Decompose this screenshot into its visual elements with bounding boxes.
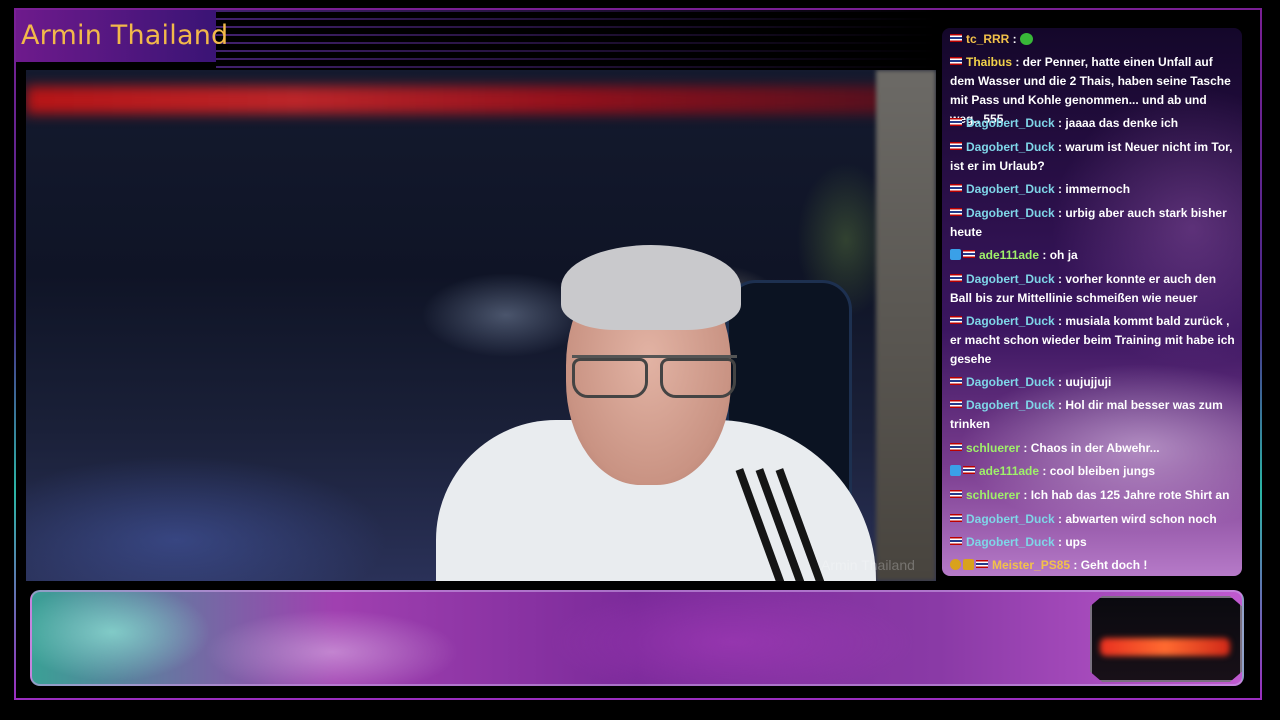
thai-flag-icon: [950, 118, 962, 126]
chat-text: : Chaos in der Abwehr...: [1020, 441, 1160, 455]
chat-message: Dagobert_Duck : abwarten wird schon noch: [950, 510, 1240, 529]
thai-flag-icon: [950, 34, 962, 42]
chat-text: : uujujjuji: [1054, 375, 1112, 389]
vip-badge-icon: [950, 559, 961, 570]
chat-panel[interactable]: tc_RRR : Thaibus : der Penner, hatte ein…: [942, 28, 1242, 576]
chat-text: : oh ja: [1039, 248, 1078, 262]
bottom-banner: [30, 590, 1244, 686]
chat-username[interactable]: ade111ade: [979, 464, 1039, 478]
thai-flag-icon: [950, 400, 962, 408]
green-emote-icon: [1020, 33, 1034, 45]
background-wall: [876, 70, 936, 581]
chat-message: Dagobert_Duck : ups: [950, 533, 1240, 552]
chat-username[interactable]: Dagobert_Duck: [966, 272, 1055, 286]
thai-flag-icon: [950, 208, 962, 216]
chat-message: Dagobert_Duck : immernoch: [950, 180, 1240, 199]
chat-username[interactable]: Dagobert_Duck: [966, 206, 1055, 220]
chat-username[interactable]: Dagobert_Duck: [966, 314, 1055, 328]
camera-thumbnail: [1090, 596, 1242, 682]
chat-username[interactable]: Dagobert_Duck: [966, 398, 1055, 412]
thai-flag-icon: [950, 274, 962, 282]
subscriber-badge-icon: [950, 249, 961, 260]
chat-message: Dagobert_Duck : uujujjuji: [950, 373, 1240, 392]
chat-username[interactable]: Dagobert_Duck: [966, 182, 1055, 196]
webcam-video: Armin Thailand: [26, 70, 936, 581]
thai-flag-icon: [950, 184, 962, 192]
chat-message: schluerer : Chaos in der Abwehr...: [950, 439, 1240, 458]
chat-text: : Geht doch !: [1070, 558, 1148, 572]
chat-username[interactable]: Dagobert_Duck: [966, 512, 1055, 526]
chat-message: Dagobert_Duck : warum ist Neuer nicht im…: [950, 138, 1240, 176]
chat-username[interactable]: ade111ade: [979, 248, 1039, 262]
chat-text: : ups: [1054, 535, 1087, 549]
glasses-lens: [572, 358, 648, 398]
chat-message: Dagobert_Duck : vorher konnte er auch de…: [950, 270, 1240, 308]
thai-flag-icon: [963, 466, 975, 474]
thai-flag-icon: [976, 560, 988, 568]
chat-text: : Ich hab das 125 Jahre rote Shirt an: [1020, 488, 1230, 502]
chat-text: : jaaaa das denke ich: [1054, 116, 1179, 130]
chat-username[interactable]: Dagobert_Duck: [966, 140, 1055, 154]
thai-flag-icon: [950, 514, 962, 522]
chat-message: Dagobert_Duck : Hol dir mal besser was z…: [950, 396, 1240, 434]
subscriber-badge-icon: [950, 465, 961, 476]
chat-message: Dagobert_Duck : urbig aber auch stark bi…: [950, 204, 1240, 242]
chat-text: :: [1009, 32, 1021, 46]
streamer-glasses: [572, 355, 737, 398]
thai-flag-icon: [950, 142, 962, 150]
video-watermark: Armin Thailand: [821, 557, 915, 573]
chat-username[interactable]: tc_RRR: [966, 32, 1009, 46]
chat-message: Dagobert_Duck : musiala kommt bald zurüc…: [950, 312, 1240, 369]
glasses-lens: [660, 358, 736, 398]
chat-message: ade111ade : cool bleiben jungs: [950, 462, 1240, 481]
thai-flag-icon: [950, 377, 962, 385]
streamer-hair: [561, 245, 741, 330]
thai-flag-icon: [950, 537, 962, 545]
channel-title: Armin Thailand: [21, 20, 229, 51]
thai-flag-icon: [950, 490, 962, 498]
thai-flag-icon: [950, 316, 962, 324]
thai-flag-icon: [950, 443, 962, 451]
crown-badge-icon: [963, 559, 974, 570]
chat-username[interactable]: Dagobert_Duck: [966, 375, 1055, 389]
chat-username[interactable]: Thaibus: [966, 55, 1012, 69]
chat-username[interactable]: Dagobert_Duck: [966, 116, 1055, 130]
chat-username[interactable]: Meister_PS85: [992, 558, 1070, 572]
chat-text: : abwarten wird schon noch: [1054, 512, 1217, 526]
chat-message: tc_RRR :: [950, 30, 1240, 49]
chat-username[interactable]: schluerer: [966, 441, 1020, 455]
chat-text: : immernoch: [1054, 182, 1131, 196]
chat-message: Dagobert_Duck : jaaaa das denke ich: [950, 114, 1240, 133]
chat-message: ade111ade : oh ja: [950, 246, 1240, 265]
chat-text: : cool bleiben jungs: [1039, 464, 1156, 478]
thumbnail-red-light: [1100, 638, 1230, 656]
chat-message: Meister_PS85 : Geht doch !: [950, 556, 1240, 575]
chat-username[interactable]: Dagobert_Duck: [966, 535, 1055, 549]
header-decoration: [216, 10, 936, 70]
thai-flag-icon: [963, 250, 975, 258]
chat-message: schluerer : Ich hab das 125 Jahre rote S…: [950, 486, 1240, 505]
chat-username[interactable]: schluerer: [966, 488, 1020, 502]
thai-flag-icon: [950, 57, 962, 65]
background-red-light: [26, 86, 926, 114]
